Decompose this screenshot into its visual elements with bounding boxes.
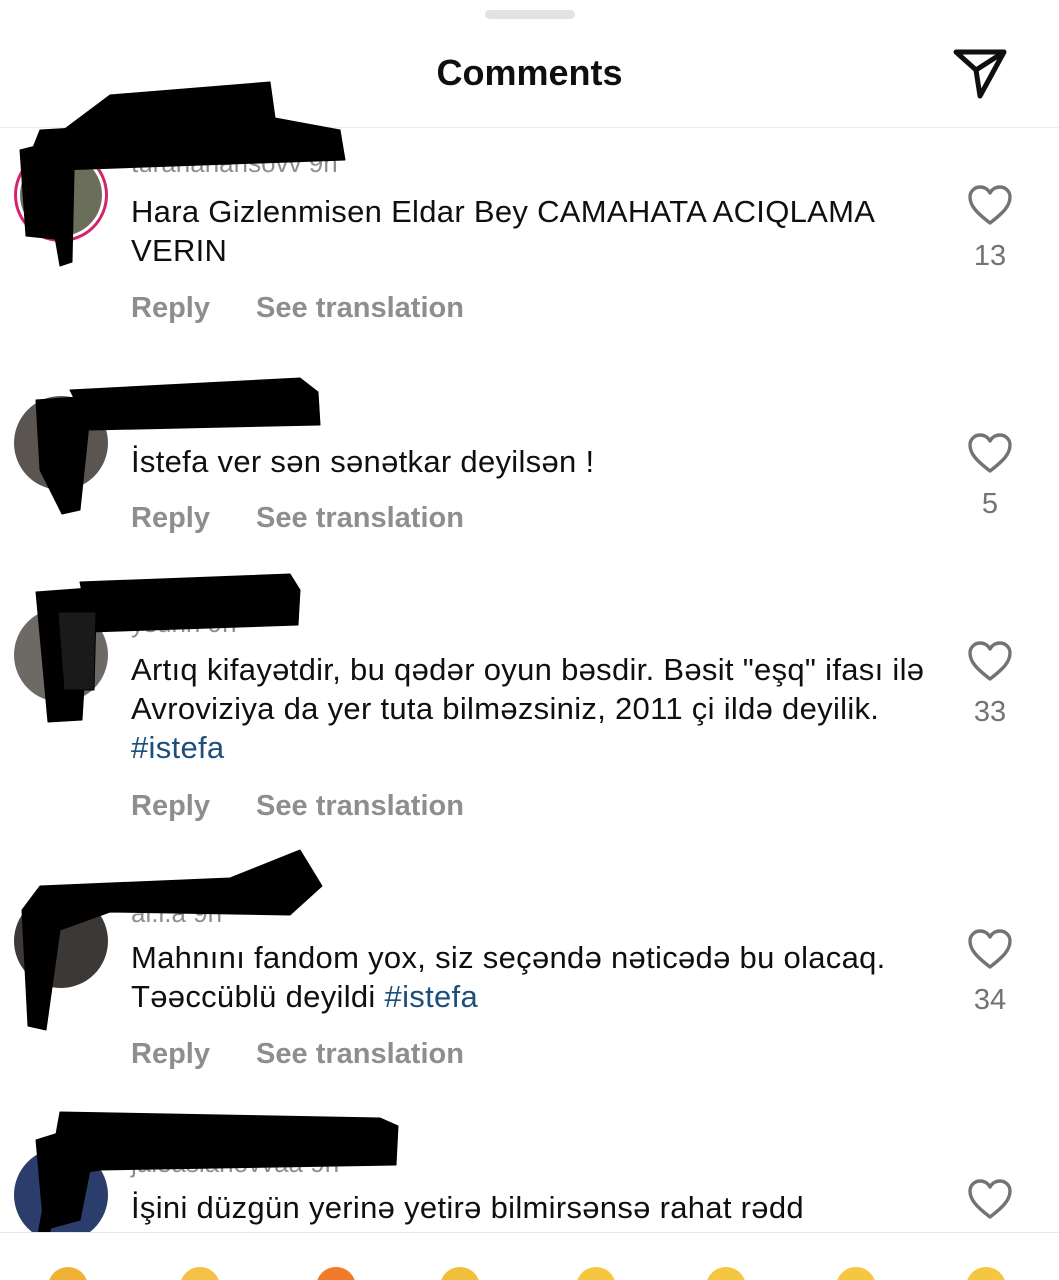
see-translation-button[interactable]: See translation [256, 1038, 464, 1070]
comment-username[interactable]: ar_mam 11h [131, 398, 275, 429]
comment-body: Hara Gizlenmisen Eldar Bey CAMAHATA ACIQ… [131, 194, 874, 268]
comment-text: Mahnını fandom yox, siz seçəndə nəticədə… [131, 938, 931, 1016]
comments-header: Comments [0, 0, 1059, 128]
reply-button[interactable]: Reply [131, 502, 210, 535]
like-control [966, 1178, 1014, 1220]
reply-button[interactable]: Reply [131, 1038, 210, 1071]
laugh-emoji-icon[interactable] [966, 1267, 1006, 1280]
fire-emoji-icon[interactable] [316, 1267, 356, 1280]
comment-username[interactable]: jaleaslanovvaa 9h [131, 1148, 339, 1179]
avatar[interactable] [14, 894, 108, 988]
avatar[interactable] [14, 396, 108, 490]
heart-eyes-emoji-icon[interactable] [48, 1267, 88, 1280]
comment-text: İstefa ver sən sənətkar deyilsən ! [131, 442, 931, 481]
like-control: 33 [966, 640, 1014, 729]
like-count: 34 [973, 984, 1007, 1016]
comment-text: Hara Gizlenmisen Eldar Bey CAMAHATA ACIQ… [131, 192, 931, 270]
reply-button[interactable]: Reply [131, 292, 210, 325]
comment-actions: Reply See translation [131, 502, 464, 535]
heart-icon[interactable] [967, 184, 1013, 226]
cry-emoji-icon[interactable] [576, 1267, 616, 1280]
see-translation-button[interactable]: See translation [256, 502, 464, 534]
comment-text: İşini düzgün yerinə yetirə bilmirsənsə r… [131, 1188, 931, 1227]
heart-icon[interactable] [967, 640, 1013, 682]
comment-body: Mahnını fandom yox, siz seçəndə nəticədə… [131, 940, 886, 1014]
see-translation-button[interactable]: See translation [256, 292, 464, 324]
heart-icon[interactable] [967, 928, 1013, 970]
like-count: 5 [981, 488, 999, 520]
comment-body: İstefa ver sən sənətkar deyilsən ! [131, 444, 595, 479]
comment-actions: Reply See translation [131, 1038, 464, 1071]
comment-actions: Reply See translation [131, 790, 464, 823]
like-count: 13 [973, 240, 1007, 272]
emoji-reaction-bar [0, 1232, 1059, 1280]
comment-username[interactable]: ysunn 9h [131, 608, 237, 639]
grin-emoji-icon[interactable] [836, 1267, 876, 1280]
like-control: 5 [966, 432, 1014, 521]
comment-body: İşini düzgün yerinə yetirə bilmirsənsə r… [131, 1190, 804, 1225]
send-icon[interactable] [950, 44, 1010, 102]
avatar[interactable] [14, 608, 108, 702]
comment-actions: Reply See translation [131, 292, 464, 325]
like-count: 33 [973, 696, 1007, 728]
like-control: 34 [966, 928, 1014, 1017]
comment-body: Artıq kifayətdir, bu qədər oyun bəsdir. … [131, 652, 925, 726]
party-emoji-icon[interactable] [440, 1267, 480, 1280]
like-control: 13 [966, 184, 1014, 273]
hashtag-link[interactable]: #istefa [131, 730, 224, 765]
avatar[interactable] [14, 1148, 108, 1242]
page-title: Comments [436, 52, 623, 93]
heart-icon[interactable] [967, 432, 1013, 474]
comment-username[interactable]: turanaharisovv 9h [131, 148, 338, 179]
hashtag-link[interactable]: #istefa [385, 979, 478, 1014]
comment-username[interactable]: ai.l.a 9h [131, 898, 222, 929]
avatar[interactable] [14, 148, 108, 242]
heart-icon[interactable] [967, 1178, 1013, 1220]
wow-emoji-icon[interactable] [706, 1267, 746, 1280]
clap-emoji-icon[interactable] [180, 1267, 220, 1280]
comment-text: Artıq kifayətdir, bu qədər oyun bəsdir. … [131, 650, 931, 767]
reply-button[interactable]: Reply [131, 790, 210, 823]
see-translation-button[interactable]: See translation [256, 790, 464, 822]
